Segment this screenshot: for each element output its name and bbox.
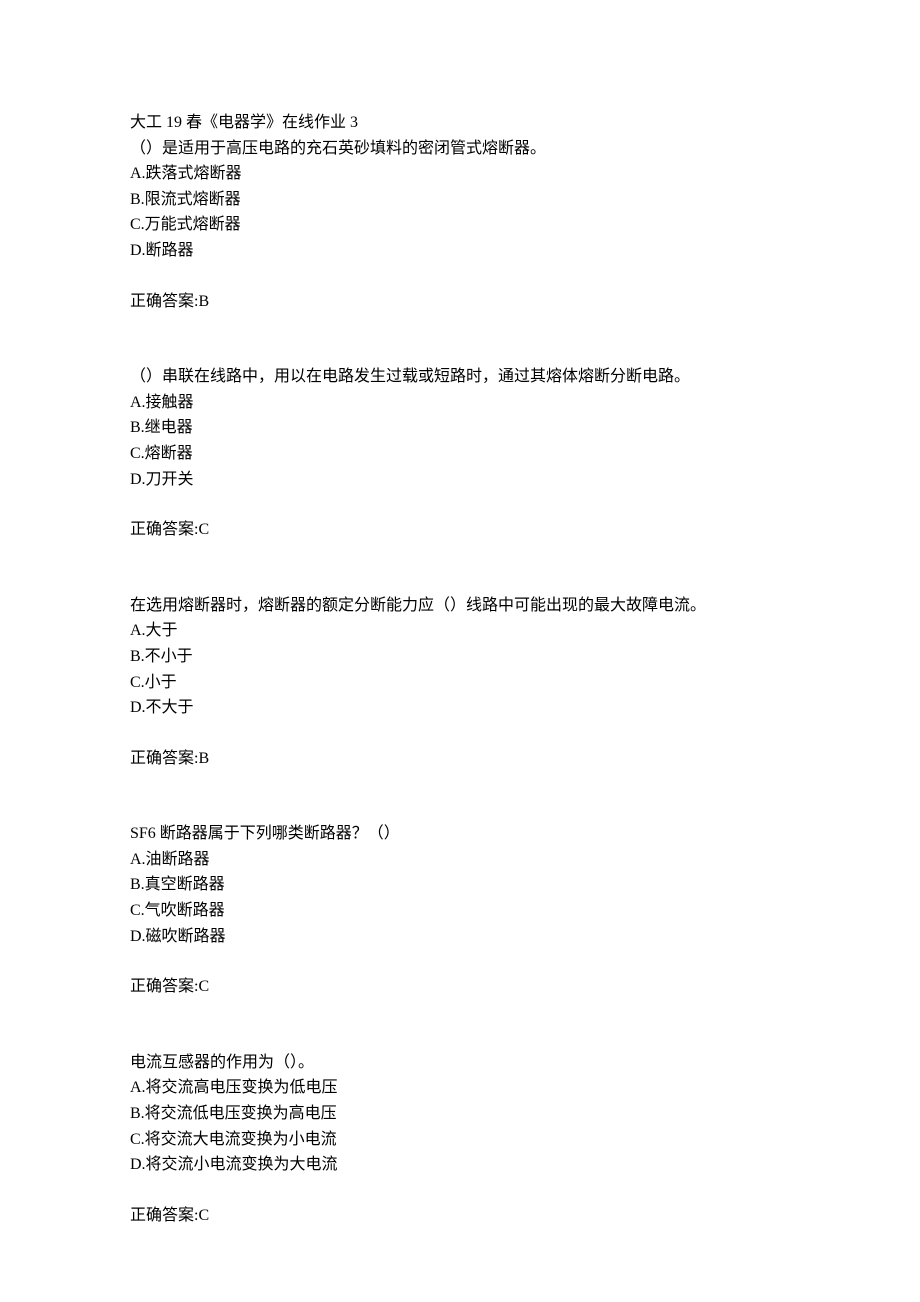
answer: 正确答案:C — [130, 517, 790, 543]
question-block-5: 电流互感器的作用为（）。 A.将交流高电压变换为低电压 B.将交流低电压变换为高… — [130, 1050, 790, 1229]
question-block-3: 在选用熔断器时，熔断器的额定分断能力应（）线路中可能出现的最大故障电流。 A.大… — [130, 593, 790, 772]
option-a: A.将交流高电压变换为低电压 — [130, 1075, 790, 1101]
answer: 正确答案:B — [130, 289, 790, 315]
option-b: B.继电器 — [130, 415, 790, 441]
option-c: C.将交流大电流变换为小电流 — [130, 1127, 790, 1153]
answer: 正确答案:B — [130, 746, 790, 772]
option-c: C.小于 — [130, 670, 790, 696]
document-title: 大工 19 春《电器学》在线作业 3 — [130, 110, 790, 136]
question-block-4: SF6 断路器属于下列哪类断路器？（） A.油断路器 B.真空断路器 C.气吹断… — [130, 821, 790, 1000]
option-a: A.油断路器 — [130, 847, 790, 873]
option-d: D.刀开关 — [130, 467, 790, 493]
question-block-1: （）是适用于高压电路的充石英砂填料的密闭管式熔断器。 A.跌落式熔断器 B.限流… — [130, 136, 790, 315]
option-d: D.磁吹断路器 — [130, 924, 790, 950]
question-text: （）串联在线路中，用以在电路发生过载或短路时，通过其熔体熔断分断电路。 — [130, 364, 790, 390]
option-c: C.熔断器 — [130, 441, 790, 467]
question-block-2: （）串联在线路中，用以在电路发生过载或短路时，通过其熔体熔断分断电路。 A.接触… — [130, 364, 790, 543]
question-text: 电流互感器的作用为（）。 — [130, 1050, 790, 1076]
option-b: B.将交流低电压变换为高电压 — [130, 1101, 790, 1127]
option-c: C.气吹断路器 — [130, 898, 790, 924]
answer: 正确答案:C — [130, 1203, 790, 1229]
option-a: A.跌落式熔断器 — [130, 161, 790, 187]
question-text: SF6 断路器属于下列哪类断路器？（） — [130, 821, 790, 847]
answer: 正确答案:C — [130, 974, 790, 1000]
option-d: D.断路器 — [130, 238, 790, 264]
option-b: B.限流式熔断器 — [130, 187, 790, 213]
question-text: （）是适用于高压电路的充石英砂填料的密闭管式熔断器。 — [130, 136, 790, 162]
option-b: B.真空断路器 — [130, 872, 790, 898]
option-d: D.将交流小电流变换为大电流 — [130, 1152, 790, 1178]
option-b: B.不小于 — [130, 644, 790, 670]
option-a: A.接触器 — [130, 390, 790, 416]
option-c: C.万能式熔断器 — [130, 212, 790, 238]
option-a: A.大于 — [130, 618, 790, 644]
question-text: 在选用熔断器时，熔断器的额定分断能力应（）线路中可能出现的最大故障电流。 — [130, 593, 790, 619]
option-d: D.不大于 — [130, 695, 790, 721]
